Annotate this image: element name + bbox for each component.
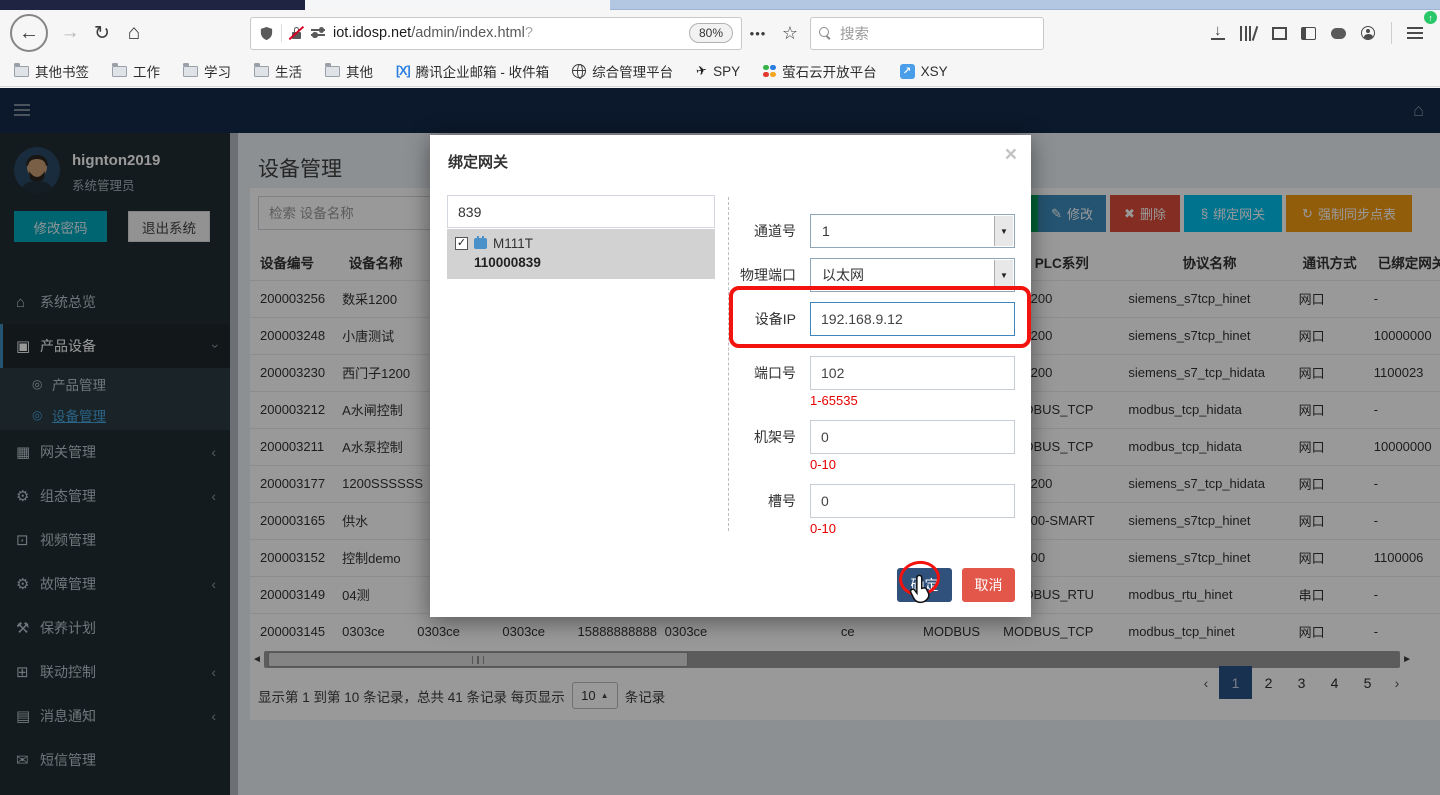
bookmark-star-icon[interactable]: ☆ [774,17,806,49]
modal-title: 绑定网关 [448,151,508,172]
bookmark-label: XSY [921,64,948,79]
bookmark-label: SPY [713,64,740,79]
forward-button[interactable]: → [54,17,86,49]
page-actions-icon[interactable]: ••• [742,17,774,49]
physical-port-select[interactable]: 以太网▼ [810,258,1015,292]
tabstrip-right-segment [610,0,1440,10]
field-hint: 0-10 [810,457,836,472]
browser-chrome: ← → ↻ ⌂ iot.idosp.net/admin/index.html? … [0,0,1440,88]
toolbar-divider [1391,22,1392,44]
bookmark-item[interactable]: 其他 [325,61,373,81]
back-button[interactable]: ← [10,14,48,52]
field-label-机架号: 机架号 [680,420,796,454]
folder-icon [112,66,127,77]
bookmark-item[interactable]: ↗ XSY [900,64,948,79]
bookmark-item[interactable]: 工作 [112,61,160,81]
library-icon[interactable] [1233,18,1263,48]
sidebar-toggle-icon[interactable] [1293,18,1323,48]
bookmark-label: 其他书签 [35,61,89,81]
ys7-dots-icon [763,65,776,78]
search-icon [819,27,832,40]
field-hint: 1-65535 [810,393,858,408]
urlbar-divider [281,24,282,42]
search-placeholder: 搜索 [840,23,869,44]
bookmark-item[interactable]: 其他书签 [14,61,89,81]
bookmark-item[interactable]: 萤石云开放平台 [763,61,877,81]
account-icon[interactable] [1353,18,1383,48]
url-path: /admin/index.html [411,25,525,41]
reload-button[interactable]: ↻ [86,17,118,49]
gateway-checkbox[interactable]: ✓ [455,237,468,250]
tabstrip-dark-segment [0,0,305,10]
field-label-端口号: 端口号 [680,356,796,390]
folder-icon [183,66,198,77]
screenshot-crop-icon[interactable] [1263,18,1293,48]
gateway-id: 110000839 [474,255,707,270]
bookmark-label: 生活 [275,61,302,81]
bind-gateway-modal: 绑定网关 × ✓ M111T 110000839 通道号 1▼ 物理端口以太网▼ 设备… [430,135,1031,617]
chat-icon[interactable] [1323,18,1353,48]
device-ip-input[interactable] [810,302,1015,336]
url-host: iot.idosp.net [333,25,411,41]
bookmark-label: 其他 [346,61,373,81]
tencent-mail-icon: [X] [396,64,410,78]
cancel-button[interactable]: 取消 [962,568,1015,602]
shield-icon[interactable] [259,26,274,41]
url-suffix: ? [525,25,533,41]
field-label-槽号: 槽号 [680,484,796,518]
browser-search-box[interactable]: 搜索 [810,17,1044,50]
gateway-list-item[interactable]: ✓ M111T 110000839 [447,229,715,279]
port-input[interactable] [810,356,1015,390]
bookmark-label: 腾讯企业邮箱 - 收件箱 [416,61,550,81]
bookmarks-bar: 其他书签 工作 学习 生活 其他 [X] 腾讯企业邮箱 - 收件箱 综合管理平台 ✈ SPY 萤石云… [0,56,1440,87]
channel-select[interactable]: 1▼ [810,214,1015,248]
browser-toolbar: ← → ↻ ⌂ iot.idosp.net/admin/index.html? … [0,10,1440,56]
zoom-level-badge[interactable]: 80% [689,23,733,43]
url-bar[interactable]: iot.idosp.net/admin/index.html? 80% [250,17,742,50]
dropdown-arrow-icon[interactable]: ▼ [994,260,1013,290]
bookmark-item[interactable]: 学习 [183,61,231,81]
globe-icon [572,64,586,78]
menu-hamburger-icon[interactable]: ↑ [1400,18,1430,48]
field-hint: 0-10 [810,521,836,536]
slot-input[interactable] [810,484,1015,518]
toolbar-right-icons: ↑ [1203,18,1430,48]
field-label-通道号: 通道号 [680,214,796,248]
url-text[interactable]: iot.idosp.net/admin/index.html? [333,25,689,41]
bookmark-label: 萤石云开放平台 [782,61,877,81]
field-label-设备IP: 设备IP [680,302,796,336]
rack-input[interactable] [810,420,1015,454]
tabstrip-active-tab [305,0,610,10]
bookmark-item[interactable]: ✈ SPY [696,63,740,79]
bookmark-item[interactable]: [X] 腾讯企业邮箱 - 收件箱 [396,61,549,81]
dropdown-arrow-icon[interactable]: ▼ [994,216,1013,246]
permissions-icon[interactable] [311,27,325,39]
folder-icon [14,66,29,77]
insecure-lock-icon[interactable] [289,26,304,40]
download-icon[interactable] [1203,18,1233,48]
bookmark-label: 工作 [133,61,160,81]
bookmark-item[interactable]: 生活 [254,61,302,81]
bookmark-label: 综合管理平台 [592,61,673,81]
modal-close-icon[interactable]: × [1005,143,1017,167]
xsy-icon: ↗ [900,64,915,79]
gateway-search-input[interactable] [447,195,715,228]
confirm-button[interactable]: 确定 [897,568,952,602]
folder-icon [325,66,340,77]
gateway-name: M111T [493,236,533,251]
field-label-物理端口: 物理端口 [680,258,796,292]
folder-icon [254,66,269,77]
bookmark-label: 学习 [204,61,231,81]
home-button[interactable]: ⌂ [118,17,150,49]
gateway-device-icon [474,238,487,249]
spy-icon: ✈ [695,62,709,80]
update-available-badge: ↑ [1424,11,1437,24]
tab-strip [0,0,1440,10]
bookmark-item[interactable]: 综合管理平台 [572,61,673,81]
